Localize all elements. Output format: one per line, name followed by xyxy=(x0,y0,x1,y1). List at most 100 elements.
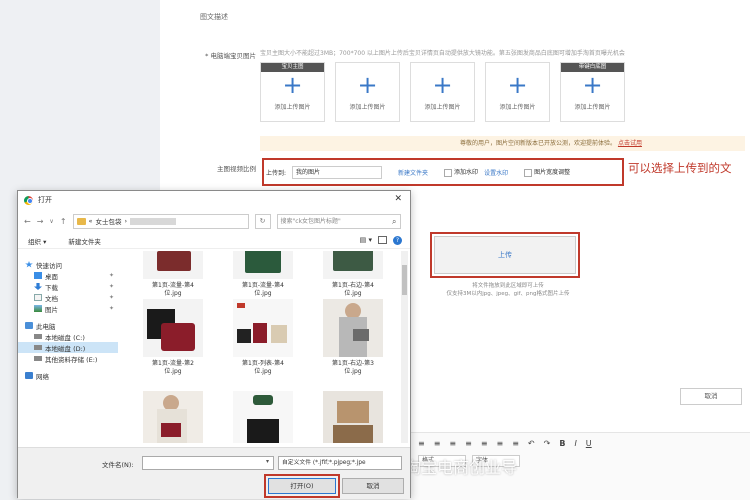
file-grid: 第1页-流量-第4 位.jpg 第1页-流量-第4 位.jpg 第1页-右边-第4 位… xyxy=(122,251,400,443)
list-icon[interactable]: ≡ xyxy=(481,439,488,448)
folder-icon xyxy=(76,217,86,225)
indent-icon[interactable]: ≡ xyxy=(497,439,504,448)
tree-label: 其他资料存储 (E:) xyxy=(45,355,98,364)
file-type-filter[interactable]: 自定义文件 (*.jfif;*.pjpeg;*.jpe xyxy=(278,456,402,470)
file-name: 第1页-流量-第4 位.jpg xyxy=(152,282,194,297)
dialog-nav-bar: ← → ∨ ↑ « 女士包袋 › ↻ 搜索"ck女包图片标题" ⌕ xyxy=(18,211,410,231)
image-slot-1[interactable]: 宝贝主图 + 添加上传图片 xyxy=(260,62,325,122)
image-slot-5[interactable]: 带键白底图 + 添加上传图片 xyxy=(560,62,625,122)
file-item[interactable] xyxy=(228,391,298,443)
search-input[interactable]: 搜索"ck女包图片标题" ⌕ xyxy=(276,213,401,229)
tree-item-downloads[interactable]: 下载 ✦ xyxy=(18,281,118,292)
dialog-toolbar: 组织 ▾ 新建文件夹 ▤ ▾ ? xyxy=(18,233,410,249)
file-item[interactable] xyxy=(138,391,208,443)
justify-icon[interactable]: ≡ xyxy=(465,439,472,448)
notice-link[interactable]: 点击试用 xyxy=(618,140,642,147)
back-arrow-icon[interactable]: ← xyxy=(24,217,31,226)
tree-item-drive-c[interactable]: 本地磁盘 (C:) xyxy=(18,331,118,342)
align-right-icon[interactable]: ≡ xyxy=(449,439,456,448)
watermark-setting-link[interactable]: 设置水印 xyxy=(484,168,508,177)
drive-icon xyxy=(34,356,42,361)
tree-item-pictures[interactable]: 图片 ✦ xyxy=(18,303,118,314)
path-root: « xyxy=(88,217,93,225)
upload-to-select[interactable]: 我的图片 xyxy=(292,165,383,179)
upload-button[interactable]: 上传 xyxy=(434,236,576,274)
file-item[interactable]: 第1页-列表-第4 位.jpg xyxy=(228,299,298,387)
download-icon xyxy=(34,283,42,290)
file-item[interactable] xyxy=(318,391,388,443)
chrome-icon xyxy=(24,195,33,205)
slot-add-label: 添加上传图片 xyxy=(424,103,461,111)
upload-to-label: 上传到: xyxy=(266,169,287,177)
dialog-title: 打开 xyxy=(38,196,52,204)
resize-checkbox[interactable]: 图片宽度调整 xyxy=(524,167,570,177)
open-button[interactable]: 打开(O) xyxy=(268,478,336,494)
italic-icon[interactable]: I xyxy=(574,439,576,448)
file-name: 第1页-流量-第4 位.jpg xyxy=(242,282,284,297)
cancel-button[interactable]: 取消 xyxy=(342,478,404,494)
tree-item-drive-d[interactable]: 本地磁盘 (D:) xyxy=(18,342,118,353)
image-slot-4[interactable]: + 添加上传图片 xyxy=(485,62,550,122)
pin-icon: ✦ xyxy=(108,305,114,312)
plus-icon: + xyxy=(507,70,528,99)
forward-arrow-icon[interactable]: → xyxy=(37,217,44,226)
slot-add-label: 添加上传图片 xyxy=(499,103,536,111)
bold-icon[interactable]: B xyxy=(559,439,565,448)
resize-label: 图片宽度调整 xyxy=(534,169,571,177)
filename-input[interactable] xyxy=(142,456,274,470)
bag-thumbnail xyxy=(143,299,203,357)
align-left-icon[interactable]: ≡ xyxy=(418,439,425,448)
tree-item-documents[interactable]: 文档 ✦ xyxy=(18,292,118,303)
bag-thumbnail xyxy=(233,251,293,279)
align-center-icon[interactable]: ≡ xyxy=(434,439,441,448)
tree-item-this-pc[interactable]: 此电脑 xyxy=(18,320,118,331)
search-placeholder: 搜索"ck女包图片标题" xyxy=(280,217,341,225)
tree-item-network[interactable]: 网络 xyxy=(18,370,118,381)
tree-label: 图片 xyxy=(45,305,58,314)
file-item[interactable]: 第1页-右边-第3 位.jpg xyxy=(318,299,388,387)
outdent-icon[interactable]: ≡ xyxy=(512,439,519,448)
tree-label: 桌面 xyxy=(45,272,58,281)
new-folder-button[interactable]: 新建文件夹 xyxy=(68,236,101,246)
upload-hint: 宝贝主图大小不能超过3MB；700*700 以上图片上传后宝贝详情页自动提供放大… xyxy=(260,50,625,57)
tree-item-quick-access[interactable]: 快速访问 xyxy=(18,259,118,270)
vertical-scrollbar[interactable] xyxy=(401,251,408,443)
slot-add-label: 添加上传图片 xyxy=(349,103,386,111)
section-title: 图文描述 xyxy=(200,13,228,21)
pin-icon: ✦ xyxy=(108,294,114,301)
up-arrow-icon[interactable]: ↑ xyxy=(60,217,67,226)
filter-value: 自定义文件 (*.jfif;*.pjpeg;*.jpe xyxy=(282,460,366,466)
organize-button[interactable]: 组织 ▾ xyxy=(28,236,46,246)
underline-icon[interactable]: U xyxy=(586,439,592,448)
dialog-bottom-bar: 文件名(N): ▾ 自定义文件 (*.jfif;*.pjpeg;*.jpe 打开… xyxy=(18,447,410,499)
view-options-icon[interactable]: ▤ ▾ xyxy=(360,236,372,245)
close-icon[interactable]: ✕ xyxy=(394,194,402,204)
tree-item-desktop[interactable]: 桌面 ✦ xyxy=(18,270,118,281)
undo-icon[interactable]: ↶ xyxy=(528,439,535,448)
slot-add-label: 添加上传图片 xyxy=(274,103,311,111)
image-slot-3[interactable]: + 添加上传图片 xyxy=(410,62,475,122)
file-name: 第1页-流量-第2 位.jpg xyxy=(152,360,194,375)
bag-thumbnail xyxy=(323,251,383,279)
preview-pane-icon[interactable] xyxy=(378,236,387,244)
desktop-icon xyxy=(34,272,42,279)
star-icon xyxy=(25,261,33,268)
redo-icon[interactable]: ↷ xyxy=(544,439,551,448)
main-image-label: * 电脑端宝贝图片 xyxy=(205,52,256,60)
new-folder-link[interactable]: 新建文件夹 xyxy=(398,168,428,177)
page-cancel-button[interactable]: 取消 xyxy=(680,388,742,405)
help-icon[interactable]: ? xyxy=(393,236,402,245)
blurred-path-segment xyxy=(130,217,177,225)
tree-label: 本地磁盘 (D:) xyxy=(45,344,86,353)
scrollbar-thumb[interactable] xyxy=(402,265,407,295)
history-chevron-icon[interactable]: ∨ xyxy=(49,218,53,225)
refresh-icon[interactable]: ↻ xyxy=(254,213,271,229)
watermark-checkbox[interactable]: 添加水印 xyxy=(444,167,478,177)
tree-label: 本地磁盘 (C:) xyxy=(45,333,85,342)
tree-item-drive-e[interactable]: 其他资料存储 (E:) xyxy=(18,353,118,364)
image-slots: 宝贝主图 + 添加上传图片 + 添加上传图片 + 添加上传图片 + 添加上传图片… xyxy=(260,62,625,122)
file-item[interactable]: 第1页-流量-第2 位.jpg xyxy=(138,299,208,387)
chevron-down-icon[interactable]: ▾ xyxy=(266,458,269,465)
address-bar[interactable]: « 女士包袋 › xyxy=(72,213,249,229)
image-slot-2[interactable]: + 添加上传图片 xyxy=(335,62,400,122)
